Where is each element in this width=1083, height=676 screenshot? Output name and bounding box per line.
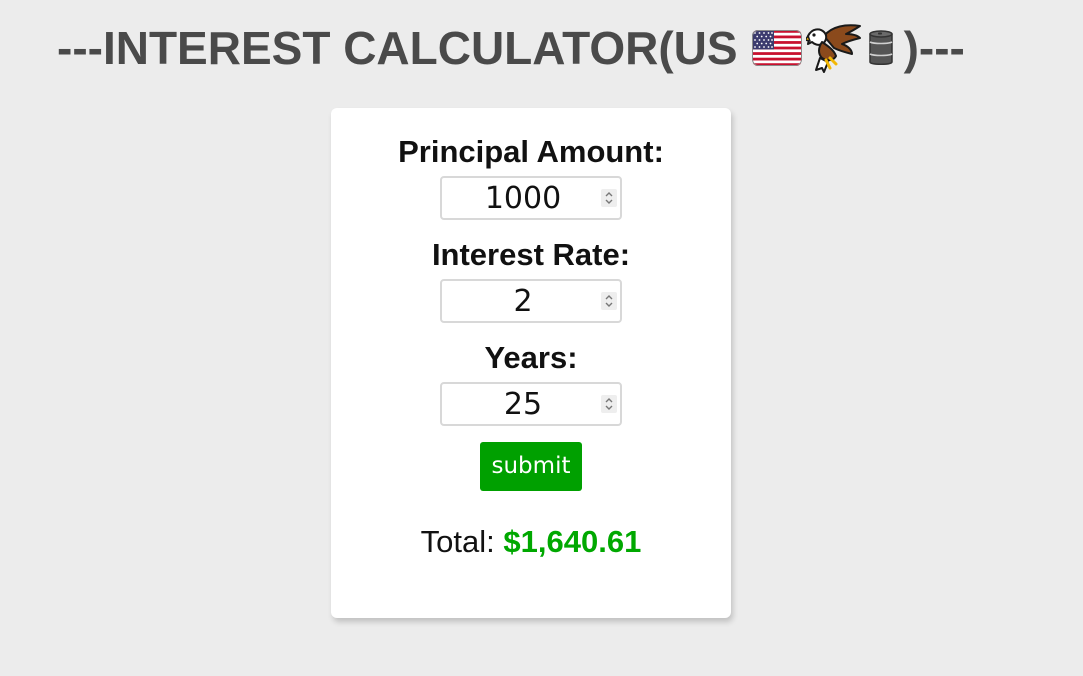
spinner-arrows-icon [605,192,613,204]
principal-spinner[interactable] [601,189,617,207]
us-flag-icon [751,30,802,66]
total-label: Total: [420,524,495,559]
principal-value: 1000 [484,181,562,216]
submit-button[interactable]: submit [480,442,582,491]
title-icons [751,22,896,74]
spinner-arrows-icon [605,295,613,307]
years-spinner[interactable] [601,395,617,413]
total-value: $1,640.61 [503,524,642,559]
title-prefix: ---INTEREST CALCULATOR(US [57,22,738,74]
calculator-card: Principal Amount: 1000 Interest Rate: 2 … [331,108,731,618]
principal-label: Principal Amount: [398,134,664,169]
rate-input[interactable]: 2 [440,279,622,323]
eagle-icon [805,22,862,74]
page-title: ---INTEREST CALCULATOR(US)--- [57,20,965,76]
rate-label: Interest Rate: [431,237,631,272]
rate-value: 2 [513,284,533,319]
principal-input[interactable]: 1000 [440,176,622,220]
spinner-arrows-icon [605,398,613,410]
years-label: Years: [484,340,578,375]
years-value: 25 [503,387,543,422]
total-line: Total: $1,640.61 [331,523,731,561]
rate-spinner[interactable] [601,292,617,310]
title-suffix: )--- [903,22,965,74]
years-input[interactable]: 25 [440,382,622,426]
oil-barrel-icon [866,28,896,68]
